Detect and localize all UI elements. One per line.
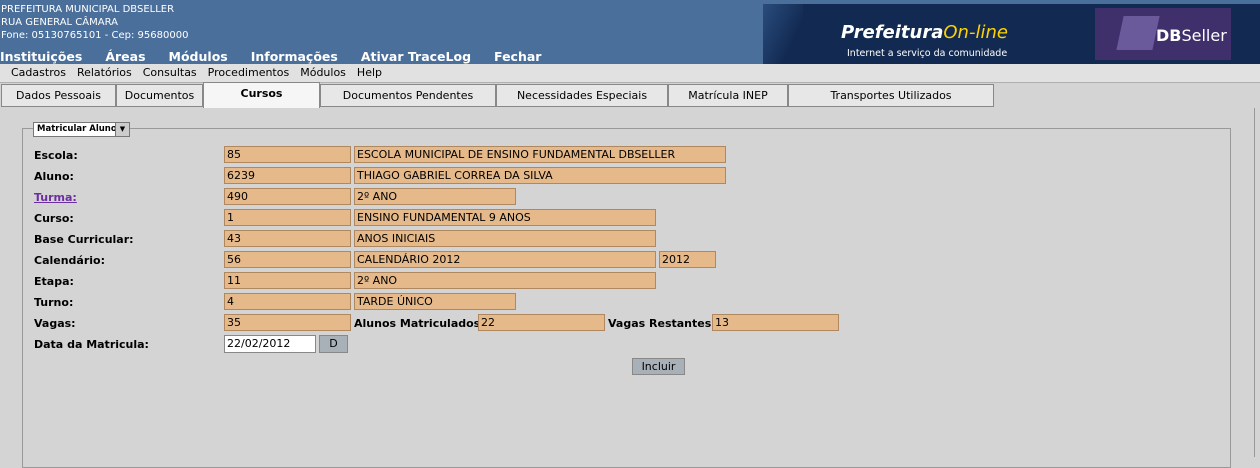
base-curricular-name-field: ANOS INICIAIS [354,230,656,247]
logo-tagline: Internet a serviço da comunidade [847,48,1008,59]
incluir-button[interactable]: Incluir [632,358,685,375]
curso-label: Curso: [34,212,74,225]
data-matricula-label: Data da Matricula: [34,338,149,351]
menu-informacoes[interactable]: Informações [251,49,338,65]
escola-label: Escola: [34,149,78,162]
vagas-restantes-label: Vagas Restantes: [608,317,716,330]
turno-label: Turno: [34,296,74,309]
header-phone: Fone: 05130765101 - Cep: 95680000 [1,30,189,41]
turma-link[interactable]: Turma: [34,191,77,204]
action-select[interactable]: Matricular Aluno ▼ [33,122,130,137]
tab-cursos[interactable]: Cursos [203,82,320,108]
header-org-name: PREFEITURA MUNICIPAL DBSELLER [1,4,175,15]
menubar-modulos[interactable]: Módulos [300,64,346,82]
action-select-value: Matricular Aluno [37,124,117,134]
prefeitura-online-logo: PrefeituraOn-line [841,22,1008,43]
chevron-down-icon[interactable]: ▼ [115,123,129,136]
turno-name-field: TARDE ÚNICO [354,293,516,310]
turma-name-field: 2º ANO [354,188,516,205]
menu-fechar[interactable]: Fechar [494,49,541,65]
menubar-procedimentos[interactable]: Procedimentos [208,64,290,82]
menubar-cadastros[interactable]: Cadastros [11,64,66,82]
dbseller-logo-text: DBSeller [1156,26,1227,45]
calendario-name-field: CALENDÁRIO 2012 [354,251,656,268]
escola-name-field: ESCOLA MUNICIPAL DE ENSINO FUNDAMENTAL D… [354,146,726,163]
base-curricular-code-field: 43 [224,230,351,247]
menu-bar: Cadastros Relatórios Consultas Procedime… [0,64,1260,83]
turno-code-field: 4 [224,293,351,310]
tab-documentos[interactable]: Documentos [116,84,203,107]
aluno-code-field: 6239 [224,167,351,184]
aluno-label: Aluno: [34,170,74,183]
menu-modulos[interactable]: Módulos [169,49,228,65]
base-curricular-label: Base Curricular: [34,233,134,246]
tab-matricula-inep[interactable]: Matrícula INEP [668,84,788,107]
tab-transportes-utilizados[interactable]: Transportes Utilizados [788,84,994,107]
turma-code-field: 490 [224,188,351,205]
calendario-year-field: 2012 [659,251,716,268]
vagas-label: Vagas: [34,317,76,330]
menubar-consultas[interactable]: Consultas [143,64,197,82]
curso-name-field: ENSINO FUNDAMENTAL 9 ANOS [354,209,656,226]
main-panel: Matricular Aluno ▼ Escola: 85 ESCOLA MUN… [0,108,1260,468]
aluno-name-field: THIAGO GABRIEL CORREA DA SILVA [354,167,726,184]
menu-ativar-tracelog[interactable]: Ativar TraceLog [361,49,471,65]
dbseller-logo-icon [1116,16,1160,50]
vagas-restantes-field: 13 [712,314,839,331]
curso-code-field: 1 [224,209,351,226]
header-address: RUA GENERAL CÂMARA [1,17,118,28]
app-header: PREFEITURA MUNICIPAL DBSELLER RUA GENERA… [0,0,1260,64]
etapa-name-field: 2º ANO [354,272,656,289]
header-banner: PrefeituraOn-line Internet a serviço da … [763,4,1260,64]
vagas-field: 35 [224,314,351,331]
etapa-label: Etapa: [34,275,74,288]
tab-necessidades-especiais[interactable]: Necessidades Especiais [496,84,668,107]
logo-brand: Prefeitura [841,22,944,43]
menubar-help[interactable]: Help [357,64,382,82]
calendario-code-field: 56 [224,251,351,268]
alunos-matriculados-field: 22 [478,314,605,331]
menubar-relatorios[interactable]: Relatórios [77,64,132,82]
escola-code-field: 85 [224,146,351,163]
tab-documentos-pendentes[interactable]: Documentos Pendentes [320,84,496,107]
calendario-label: Calendário: [34,254,106,267]
dbseller-logo-seller: Seller [1181,26,1227,45]
top-menu: Instituições Áreas Módulos Informações A… [0,49,564,65]
alunos-matriculados-label: Alunos Matriculados: [354,317,485,330]
etapa-code-field: 11 [224,272,351,289]
dbseller-logo-db: DB [1156,26,1182,45]
logo-brand-suffix: On-line [943,22,1008,43]
menu-instituicoes[interactable]: Instituições [0,49,82,65]
menu-areas[interactable]: Áreas [105,49,145,65]
banner-stripe [763,4,803,64]
data-matricula-input[interactable]: 22/02/2012 [224,335,316,353]
date-picker-button[interactable]: D [319,335,348,353]
right-scroll-edge [1254,108,1260,457]
tab-dados-pessoais[interactable]: Dados Pessoais [1,84,116,107]
